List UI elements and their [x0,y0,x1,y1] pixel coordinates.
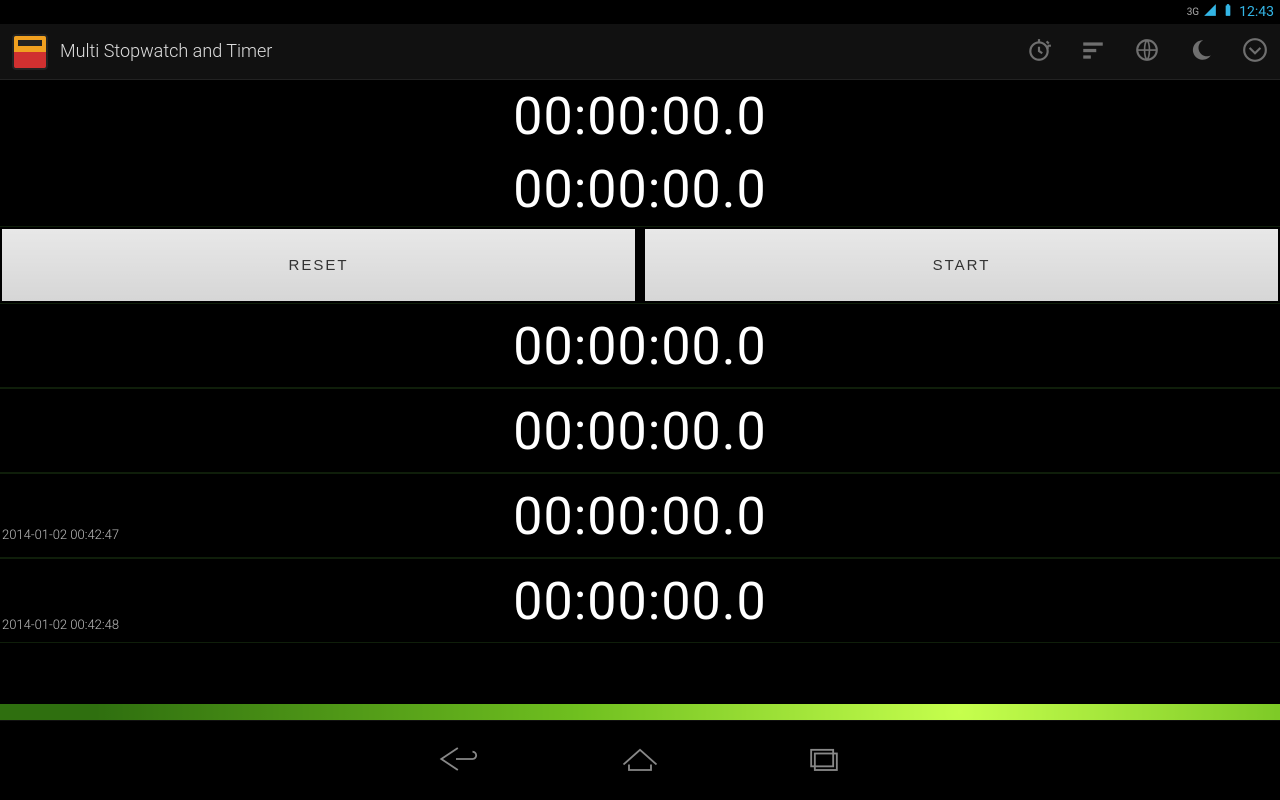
reset-button[interactable]: RESET [2,229,635,301]
timestamp-label: 2014-01-02 00:42:47 [2,528,119,543]
clock-label: 12:43 [1239,4,1274,20]
signal-icon [1203,3,1217,21]
app-title: Multi Stopwatch and Timer [60,41,1014,62]
time-display: 00:00:00.0 [0,80,1280,153]
back-icon[interactable] [434,741,478,781]
timer-list: 00:00:00.0 00:00:00.0 RESET START 00:00:… [0,80,1280,720]
network-type-label: 3G [1187,7,1199,18]
time-display: 00:00:00.0 [0,474,1280,557]
battery-icon [1221,3,1235,21]
time-display: 00:00:00.0 [0,559,1280,642]
button-row: RESET START [0,227,1280,303]
action-icons [1026,37,1268,67]
start-button[interactable]: START [645,229,1278,301]
timer-row-5[interactable]: 00:00:00.0 [0,558,1280,643]
timestamp-label: 2014-01-02 00:42:48 [2,618,119,633]
wallpaper-strip [0,704,1280,720]
home-icon[interactable] [618,741,662,781]
timer-row-1[interactable]: 00:00:00.0 00:00:00.0 [0,80,1280,227]
sort-icon[interactable] [1080,37,1106,67]
status-bar: 3G 12:43 [0,0,1280,24]
globe-icon[interactable] [1134,37,1160,67]
timer-row-3[interactable]: 00:00:00.0 [0,388,1280,473]
add-stopwatch-icon[interactable] [1026,37,1052,67]
night-mode-icon[interactable] [1188,37,1214,67]
time-display: 00:00:00.0 [0,304,1280,387]
overflow-menu-icon[interactable] [1242,37,1268,67]
navigation-bar [0,720,1280,800]
recent-apps-icon[interactable] [802,741,846,781]
action-bar: Multi Stopwatch and Timer [0,24,1280,80]
timer-row-2[interactable]: 00:00:00.0 [0,303,1280,388]
time-display: 00:00:00.0 [0,389,1280,472]
timer-row-4[interactable]: 00:00:00.0 [0,473,1280,558]
app-icon [12,34,48,70]
time-display: 00:00:00.0 [0,153,1280,226]
